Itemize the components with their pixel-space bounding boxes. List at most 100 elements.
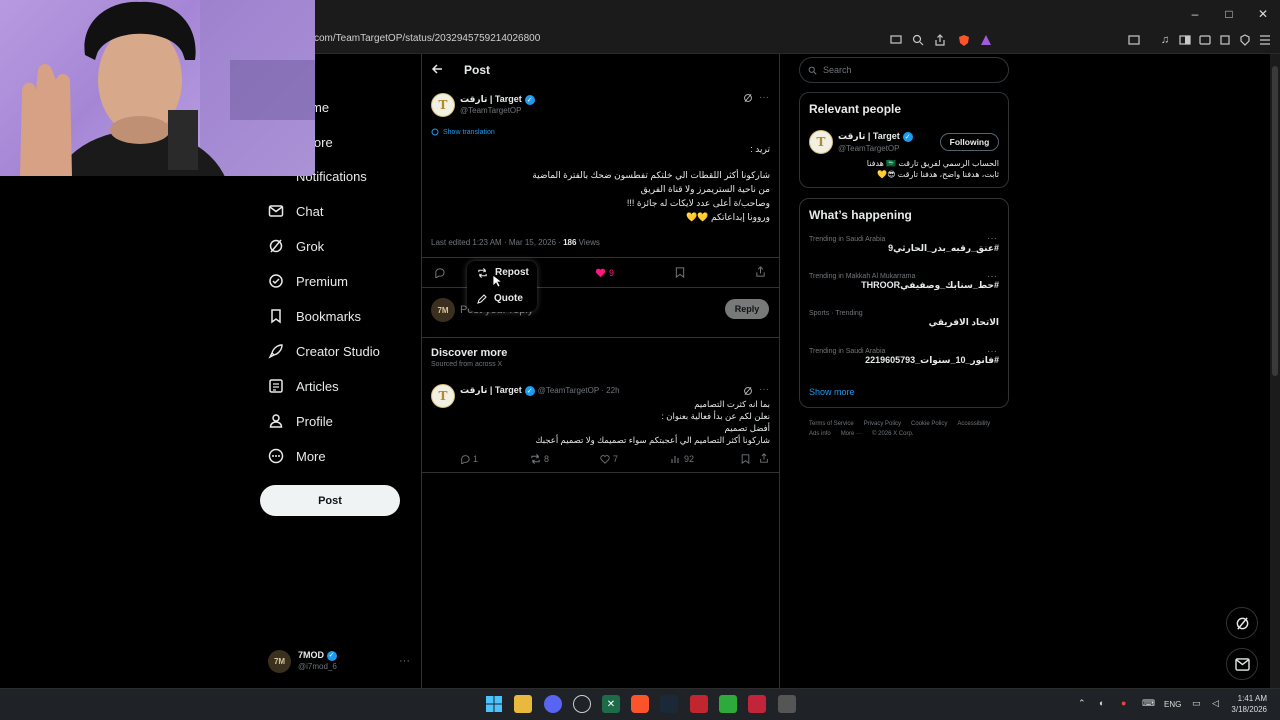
footer-link[interactable]: Terms of Service xyxy=(809,421,854,427)
nav-profile[interactable]: Profile xyxy=(268,406,333,436)
file-explorer-icon[interactable] xyxy=(514,695,532,713)
author-avatar[interactable]: T xyxy=(431,93,455,117)
bookmark-action[interactable] xyxy=(675,267,685,278)
divider xyxy=(421,257,780,258)
quote-menu-item[interactable]: Quote xyxy=(477,293,523,304)
views-action[interactable]: 92 xyxy=(671,454,694,464)
footer-link[interactable]: Ads info xyxy=(809,431,831,437)
brave-shield-icon[interactable] xyxy=(957,33,971,47)
zoom-icon[interactable] xyxy=(911,33,925,47)
like-action[interactable]: 7 xyxy=(600,454,618,464)
discover-post-text: بما انه كثرت التصاميم نعلن لكم عن بدأ فع… xyxy=(535,399,770,445)
discover-subtitle: Sourced from across X xyxy=(431,361,503,368)
nav-premium[interactable]: Premium xyxy=(268,266,348,296)
repost-action[interactable]: 8 xyxy=(530,454,549,464)
share-icon[interactable] xyxy=(933,33,947,47)
clock[interactable]: 1:41 AM 3/18/2026 xyxy=(1229,693,1267,715)
account-switcher[interactable]: 7M 7MOD ✓ @i7mod_6 ··· xyxy=(268,648,410,674)
speaker-icon[interactable]: ◐ xyxy=(1099,698,1104,708)
app-icon[interactable]: ✕ xyxy=(602,695,620,713)
sidebar-toggle-icon[interactable] xyxy=(1127,33,1141,47)
windows-start-icon[interactable] xyxy=(485,695,503,713)
footer-link[interactable]: Accessibility xyxy=(957,421,990,427)
messages-fab-button[interactable] xyxy=(1226,648,1258,680)
trend-item[interactable]: Trending in Saudi Arabia #عنق_رقبه_بدر_ا… xyxy=(809,236,999,254)
steam-icon[interactable] xyxy=(660,695,678,713)
post-author[interactable]: تارقت | Target ✓ xyxy=(460,94,535,105)
chevron-up-icon[interactable]: ⌃ xyxy=(1078,698,1086,709)
cast-icon[interactable] xyxy=(889,33,903,47)
heart-icon xyxy=(595,268,606,278)
like-action[interactable]: 9 xyxy=(595,267,614,278)
post-button[interactable]: Post xyxy=(260,485,400,516)
relevant-title: Relevant people xyxy=(809,102,902,116)
trend-more-icon[interactable]: ··· xyxy=(987,271,997,282)
nav-grok[interactable]: Grok xyxy=(268,231,324,261)
nav-articles[interactable]: Articles xyxy=(268,371,339,401)
grok-icon[interactable] xyxy=(743,386,753,396)
relevant-name[interactable]: تارقت | Target ✓ xyxy=(838,131,913,142)
footer-link[interactable]: Privacy Policy xyxy=(864,421,901,427)
microphone-icon[interactable]: ● xyxy=(1121,698,1126,708)
grok-fab-button[interactable] xyxy=(1226,607,1258,639)
discover-post-header[interactable]: تارقت | Target ✓ @TeamTargetOP · 22h xyxy=(460,385,620,396)
trend-item[interactable]: Sports · Trending الاتحاد الافريقي xyxy=(809,310,999,328)
search-icon xyxy=(808,66,817,75)
show-translation-link[interactable]: Show translation xyxy=(431,128,495,136)
trend-item[interactable]: Trending in Makkah Al Mukarrama #حط_سناب… xyxy=(809,273,999,291)
maximize-button[interactable]: □ xyxy=(1212,0,1246,28)
obs-icon[interactable] xyxy=(573,695,591,713)
verified-badge-icon: ✓ xyxy=(902,131,913,142)
post-more-icon[interactable]: ··· xyxy=(759,92,769,103)
volume-icon[interactable]: ◁ xyxy=(1212,698,1219,709)
share-action[interactable] xyxy=(759,453,769,463)
author-avatar[interactable]: T xyxy=(809,130,833,154)
grok-icon xyxy=(1236,616,1248,630)
keyboard-icon[interactable]: ⌨ xyxy=(1142,698,1155,709)
nav-creator-studio[interactable]: Creator Studio xyxy=(268,336,380,366)
rewards-icon[interactable] xyxy=(979,33,993,47)
extensions-icon[interactable] xyxy=(1218,33,1232,47)
network-icon[interactable]: ▭ xyxy=(1192,698,1201,709)
minimize-button[interactable]: – xyxy=(1178,0,1212,28)
minecraft-icon[interactable] xyxy=(719,695,737,713)
reading-icon[interactable] xyxy=(1178,33,1192,47)
reply-button[interactable]: Reply xyxy=(725,299,769,319)
trend-more-icon[interactable]: ··· xyxy=(987,346,997,357)
mail-icon xyxy=(1234,657,1250,671)
footer-link[interactable]: Cookie Policy xyxy=(911,421,947,427)
repost-menu-item[interactable]: Repost xyxy=(477,267,529,278)
search-input[interactable]: Search xyxy=(799,57,1009,83)
menu-icon[interactable] xyxy=(1258,33,1272,47)
post-more-icon[interactable]: ··· xyxy=(759,384,769,395)
share-action[interactable] xyxy=(755,266,766,277)
scrollbar-thumb[interactable] xyxy=(1272,66,1278,376)
following-button[interactable]: Following xyxy=(940,133,999,151)
author-avatar[interactable]: T xyxy=(431,384,455,408)
trend-item[interactable]: Trending in Saudi Arabia #فانور_10_سنوات… xyxy=(809,348,999,366)
reply-action[interactable]: 1 xyxy=(460,454,478,464)
footer-link[interactable]: More ··· xyxy=(841,431,862,437)
nav-more[interactable]: More xyxy=(268,441,326,471)
language-indicator[interactable]: ENG xyxy=(1164,700,1181,709)
settings-icon[interactable] xyxy=(778,695,796,713)
address-bar[interactable]: com/TeamTargetOP/status/2032945759214026… xyxy=(314,33,540,44)
bookmark-action[interactable] xyxy=(741,454,750,464)
back-arrow-icon[interactable] xyxy=(431,63,443,75)
nav-chat[interactable]: Chat xyxy=(268,196,323,226)
app-icon[interactable] xyxy=(690,695,708,713)
grok-icon[interactable] xyxy=(743,93,753,103)
vpn-icon[interactable] xyxy=(1238,33,1252,47)
app-icon[interactable] xyxy=(748,695,766,713)
wallet-icon[interactable] xyxy=(1198,33,1212,47)
brave-icon[interactable] xyxy=(631,695,649,713)
reply-action[interactable] xyxy=(434,267,445,278)
views-icon xyxy=(671,456,679,463)
show-more-link[interactable]: Show more xyxy=(809,387,855,397)
nav-bookmarks[interactable]: Bookmarks xyxy=(268,301,361,331)
trend-more-icon[interactable]: ··· xyxy=(987,233,997,244)
share-icon xyxy=(760,453,768,463)
music-icon[interactable]: ♫ xyxy=(1158,33,1172,47)
close-button[interactable]: ✕ xyxy=(1246,0,1280,28)
discord-icon[interactable] xyxy=(544,695,562,713)
